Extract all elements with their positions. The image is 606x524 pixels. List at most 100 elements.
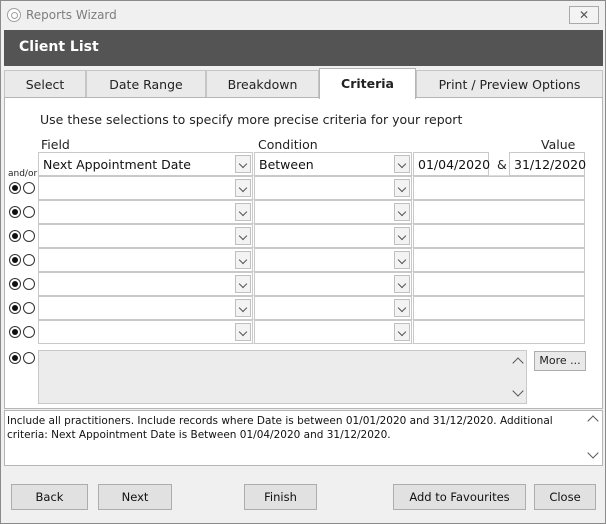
- close-button[interactable]: Close: [534, 484, 596, 510]
- chevron-down-icon[interactable]: [235, 251, 251, 269]
- or-radio[interactable]: [23, 326, 35, 338]
- condition-select[interactable]: [254, 224, 412, 248]
- or-radio[interactable]: [23, 278, 35, 290]
- add-to-favourites-button[interactable]: Add to Favourites: [393, 484, 526, 510]
- chevron-down-icon[interactable]: [394, 251, 410, 269]
- scroll-down-icon[interactable]: [587, 447, 599, 459]
- value-input[interactable]: [413, 320, 585, 344]
- field-select[interactable]: [38, 176, 253, 200]
- value-input[interactable]: [413, 224, 585, 248]
- chevron-down-icon[interactable]: [235, 275, 251, 293]
- and-radio[interactable]: [9, 182, 21, 194]
- criteria-intro-text: Use these selections to specify more pre…: [40, 112, 463, 127]
- field-column-header: Field: [41, 137, 70, 152]
- criteria-row: [38, 248, 585, 272]
- and-radio[interactable]: [9, 352, 21, 364]
- or-radio[interactable]: [23, 254, 35, 266]
- condition-select[interactable]: Between: [254, 152, 412, 176]
- criteria-row: [38, 296, 585, 320]
- value-input[interactable]: [413, 296, 585, 320]
- value-from-text: 01/04/2020: [418, 157, 491, 172]
- and-radio[interactable]: [9, 302, 21, 314]
- chevron-down-icon[interactable]: [394, 179, 410, 197]
- value-input[interactable]: [413, 176, 585, 200]
- condition-select[interactable]: [254, 272, 412, 296]
- criteria-row: [38, 200, 585, 224]
- next-button[interactable]: Next: [98, 484, 172, 510]
- condition-select[interactable]: [254, 296, 412, 320]
- or-radio[interactable]: [23, 352, 35, 364]
- scroll-up-icon[interactable]: [512, 357, 524, 369]
- chevron-down-icon[interactable]: [394, 275, 410, 293]
- criteria-summary-text: Include all practitioners. Include recor…: [7, 415, 553, 441]
- and-radio[interactable]: [9, 278, 21, 290]
- chevron-down-icon[interactable]: [394, 227, 410, 245]
- and-radio[interactable]: [9, 206, 21, 218]
- tab-criteria[interactable]: Criteria: [319, 68, 416, 99]
- chevron-down-icon[interactable]: [394, 203, 410, 221]
- value-column-header: Value: [541, 137, 576, 152]
- window-close-button[interactable]: ✕: [569, 6, 599, 24]
- condition-value: Between: [259, 157, 314, 172]
- chevron-down-icon[interactable]: [235, 323, 251, 341]
- additional-criteria-memo[interactable]: [38, 350, 527, 404]
- back-button[interactable]: Back: [11, 484, 88, 510]
- criteria-panel: Use these selections to specify more pre…: [4, 97, 603, 409]
- chevron-down-icon[interactable]: [235, 299, 251, 317]
- condition-select[interactable]: [254, 176, 412, 200]
- or-radio[interactable]: [23, 230, 35, 242]
- chevron-down-icon[interactable]: [235, 155, 251, 173]
- reports-wizard-window: Reports Wizard ✕ Client List Select Date…: [0, 0, 606, 524]
- tab-date-range[interactable]: Date Range: [86, 70, 206, 98]
- field-select[interactable]: [38, 296, 253, 320]
- title-bar[interactable]: Reports Wizard ✕: [1, 1, 605, 29]
- more-button[interactable]: More ...: [534, 351, 586, 371]
- or-radio[interactable]: [23, 302, 35, 314]
- criteria-row: [38, 272, 585, 296]
- criteria-summary-box[interactable]: Include all practitioners. Include recor…: [4, 410, 603, 466]
- field-select[interactable]: Next Appointment Date: [38, 152, 253, 176]
- page-title: Client List: [19, 39, 99, 55]
- tab-bar: Select Date Range Breakdown Criteria Pri…: [4, 68, 603, 99]
- and-radio[interactable]: [9, 326, 21, 338]
- andor-label: and/or: [8, 169, 38, 179]
- value-from-input[interactable]: 01/04/2020: [413, 152, 491, 176]
- value-input[interactable]: [413, 248, 585, 272]
- and-radio[interactable]: [9, 254, 21, 266]
- scroll-down-icon[interactable]: [512, 385, 524, 397]
- value-input[interactable]: [413, 272, 585, 296]
- criteria-row: [38, 176, 585, 200]
- chevron-down-icon[interactable]: [235, 227, 251, 245]
- condition-select[interactable]: [254, 248, 412, 272]
- chevron-down-icon[interactable]: [235, 179, 251, 197]
- field-select[interactable]: [38, 272, 253, 296]
- field-value: Next Appointment Date: [43, 157, 191, 172]
- value-to-input[interactable]: 31/12/2020: [509, 152, 587, 176]
- criteria-row: [38, 320, 585, 344]
- tab-print-preview-options[interactable]: Print / Preview Options: [416, 70, 603, 98]
- field-select[interactable]: [38, 224, 253, 248]
- value-input[interactable]: [413, 200, 585, 224]
- tab-breakdown[interactable]: Breakdown: [206, 70, 319, 98]
- value-to-text: 31/12/2020: [514, 157, 587, 172]
- field-select[interactable]: [38, 320, 253, 344]
- condition-select[interactable]: [254, 200, 412, 224]
- condition-select[interactable]: [254, 320, 412, 344]
- field-select[interactable]: [38, 248, 253, 272]
- tab-select[interactable]: Select: [4, 70, 86, 98]
- criteria-row: [38, 224, 585, 248]
- condition-column-header: Condition: [258, 137, 318, 152]
- chevron-down-icon[interactable]: [394, 323, 410, 341]
- header-band: Client List: [4, 30, 603, 66]
- and-radio[interactable]: [9, 230, 21, 242]
- or-radio[interactable]: [23, 206, 35, 218]
- app-icon: [7, 8, 21, 22]
- field-select[interactable]: [38, 200, 253, 224]
- scroll-up-icon[interactable]: [587, 415, 599, 427]
- chevron-down-icon[interactable]: [394, 155, 410, 173]
- or-radio[interactable]: [23, 182, 35, 194]
- chevron-down-icon[interactable]: [394, 299, 410, 317]
- finish-button[interactable]: Finish: [244, 484, 317, 510]
- chevron-down-icon[interactable]: [235, 203, 251, 221]
- window-title: Reports Wizard: [26, 8, 117, 22]
